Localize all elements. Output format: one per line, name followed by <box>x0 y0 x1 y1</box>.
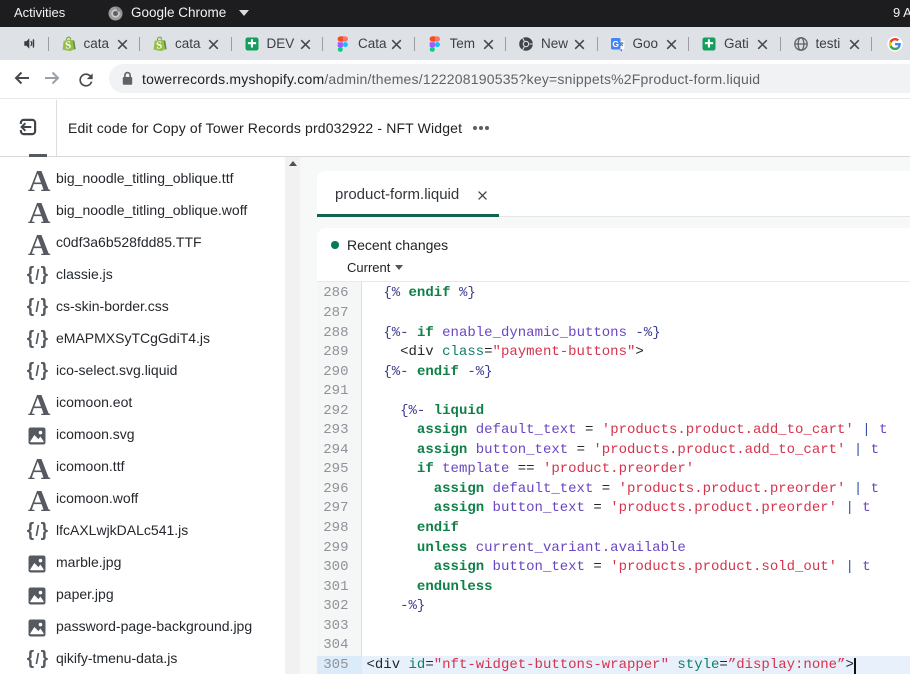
svg-text:S: S <box>156 40 163 51</box>
svg-text:G: G <box>612 39 619 49</box>
svg-text:S: S <box>64 40 71 51</box>
